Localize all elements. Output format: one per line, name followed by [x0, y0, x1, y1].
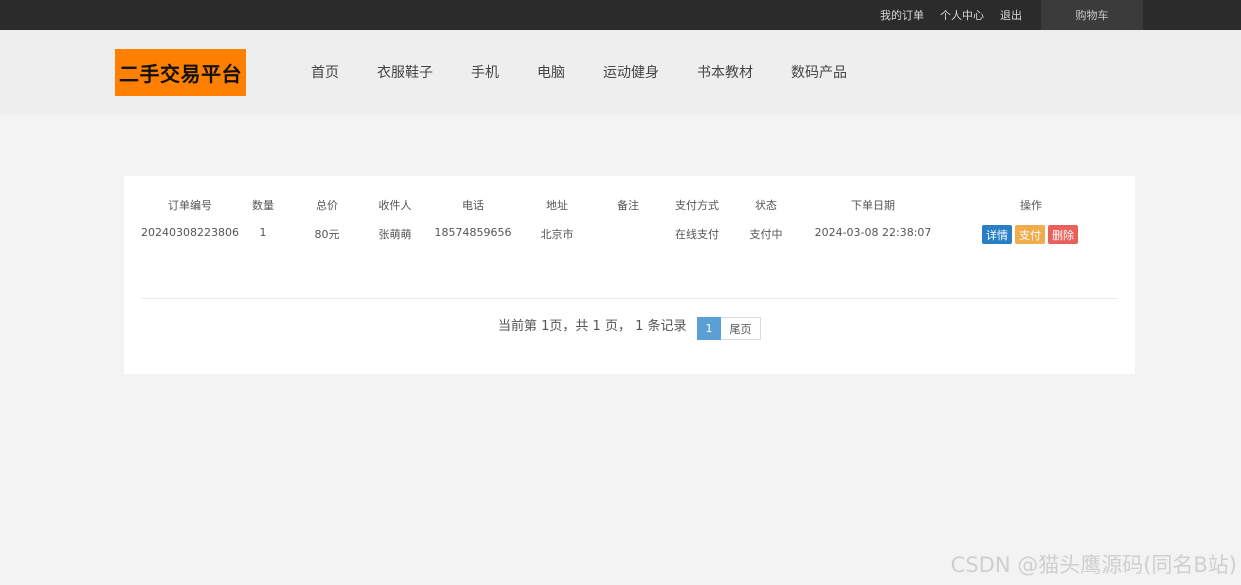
cell-order-no: 20240308223806	[141, 226, 239, 239]
nav-item-digital[interactable]: 数码产品	[791, 62, 847, 82]
nav-item-home[interactable]: 首页	[311, 62, 339, 82]
main-nav: 首页 衣服鞋子 手机 电脑 运动健身 书本教材 数码产品	[311, 30, 885, 114]
top-bar: 我的订单 个人中心 退出 购物车	[0, 0, 1241, 30]
delete-button[interactable]: 删除	[1048, 225, 1078, 244]
column-header-date: 下单日期	[851, 199, 895, 212]
header: 二手交易平台 首页 衣服鞋子 手机 电脑 运动健身 书本教材 数码产品	[0, 30, 1241, 114]
logout-link[interactable]: 退出	[1000, 7, 1022, 23]
user-center-link[interactable]: 个人中心	[940, 7, 984, 23]
watermark: CSDN @猫头鹰源码(同名B站)	[950, 553, 1237, 577]
column-header-actions: 操作	[1020, 199, 1042, 212]
pagination: 1 尾页	[697, 317, 761, 340]
column-header-order-no: 订单编号	[168, 199, 212, 212]
column-header-total: 总价	[316, 199, 338, 212]
page-button-current[interactable]: 1	[697, 317, 721, 340]
column-header-payment: 支付方式	[675, 199, 719, 212]
column-header-address: 地址	[546, 199, 568, 212]
divider	[141, 298, 1118, 299]
column-header-receiver: 收件人	[378, 199, 412, 212]
nav-item-phones[interactable]: 手机	[471, 62, 499, 82]
cell-address: 北京市	[540, 228, 574, 241]
nav-item-clothes-shoes[interactable]: 衣服鞋子	[377, 62, 433, 82]
cell-total: 80元	[314, 228, 340, 241]
nav-item-sports[interactable]: 运动健身	[603, 62, 659, 82]
cell-status: 支付中	[749, 228, 783, 241]
column-header-quantity: 数量	[252, 199, 274, 212]
cell-receiver: 张萌萌	[378, 228, 412, 241]
detail-button[interactable]: 详情	[982, 225, 1012, 244]
column-header-remark: 备注	[617, 199, 639, 212]
column-header-status: 状态	[755, 199, 777, 212]
site-logo[interactable]: 二手交易平台	[115, 49, 246, 96]
cell-date: 2024-03-08 22:38:07	[814, 226, 932, 239]
cart-button[interactable]: 购物车	[1041, 0, 1143, 30]
nav-item-books[interactable]: 书本教材	[697, 62, 753, 82]
cell-quantity: 1	[259, 226, 267, 239]
cell-payment: 在线支付	[675, 228, 719, 241]
nav-item-computers[interactable]: 电脑	[537, 62, 565, 82]
pay-button[interactable]: 支付	[1015, 225, 1045, 244]
column-header-phone: 电话	[462, 199, 484, 212]
my-orders-link[interactable]: 我的订单	[880, 7, 924, 23]
top-links: 我的订单 个人中心 退出	[880, 0, 1038, 30]
pagination-summary: 当前第 1页，共 1 页， 1 条记录	[498, 319, 687, 334]
last-page-button[interactable]: 尾页	[721, 317, 761, 340]
orders-panel: 订单编号 数量 总价 收件人 电话 地址 备注 支付方式 状态 下单日期 操作 …	[124, 176, 1135, 374]
row-actions: 详情 支付 删除	[982, 225, 1078, 244]
cell-phone: 18574859656	[434, 226, 512, 239]
